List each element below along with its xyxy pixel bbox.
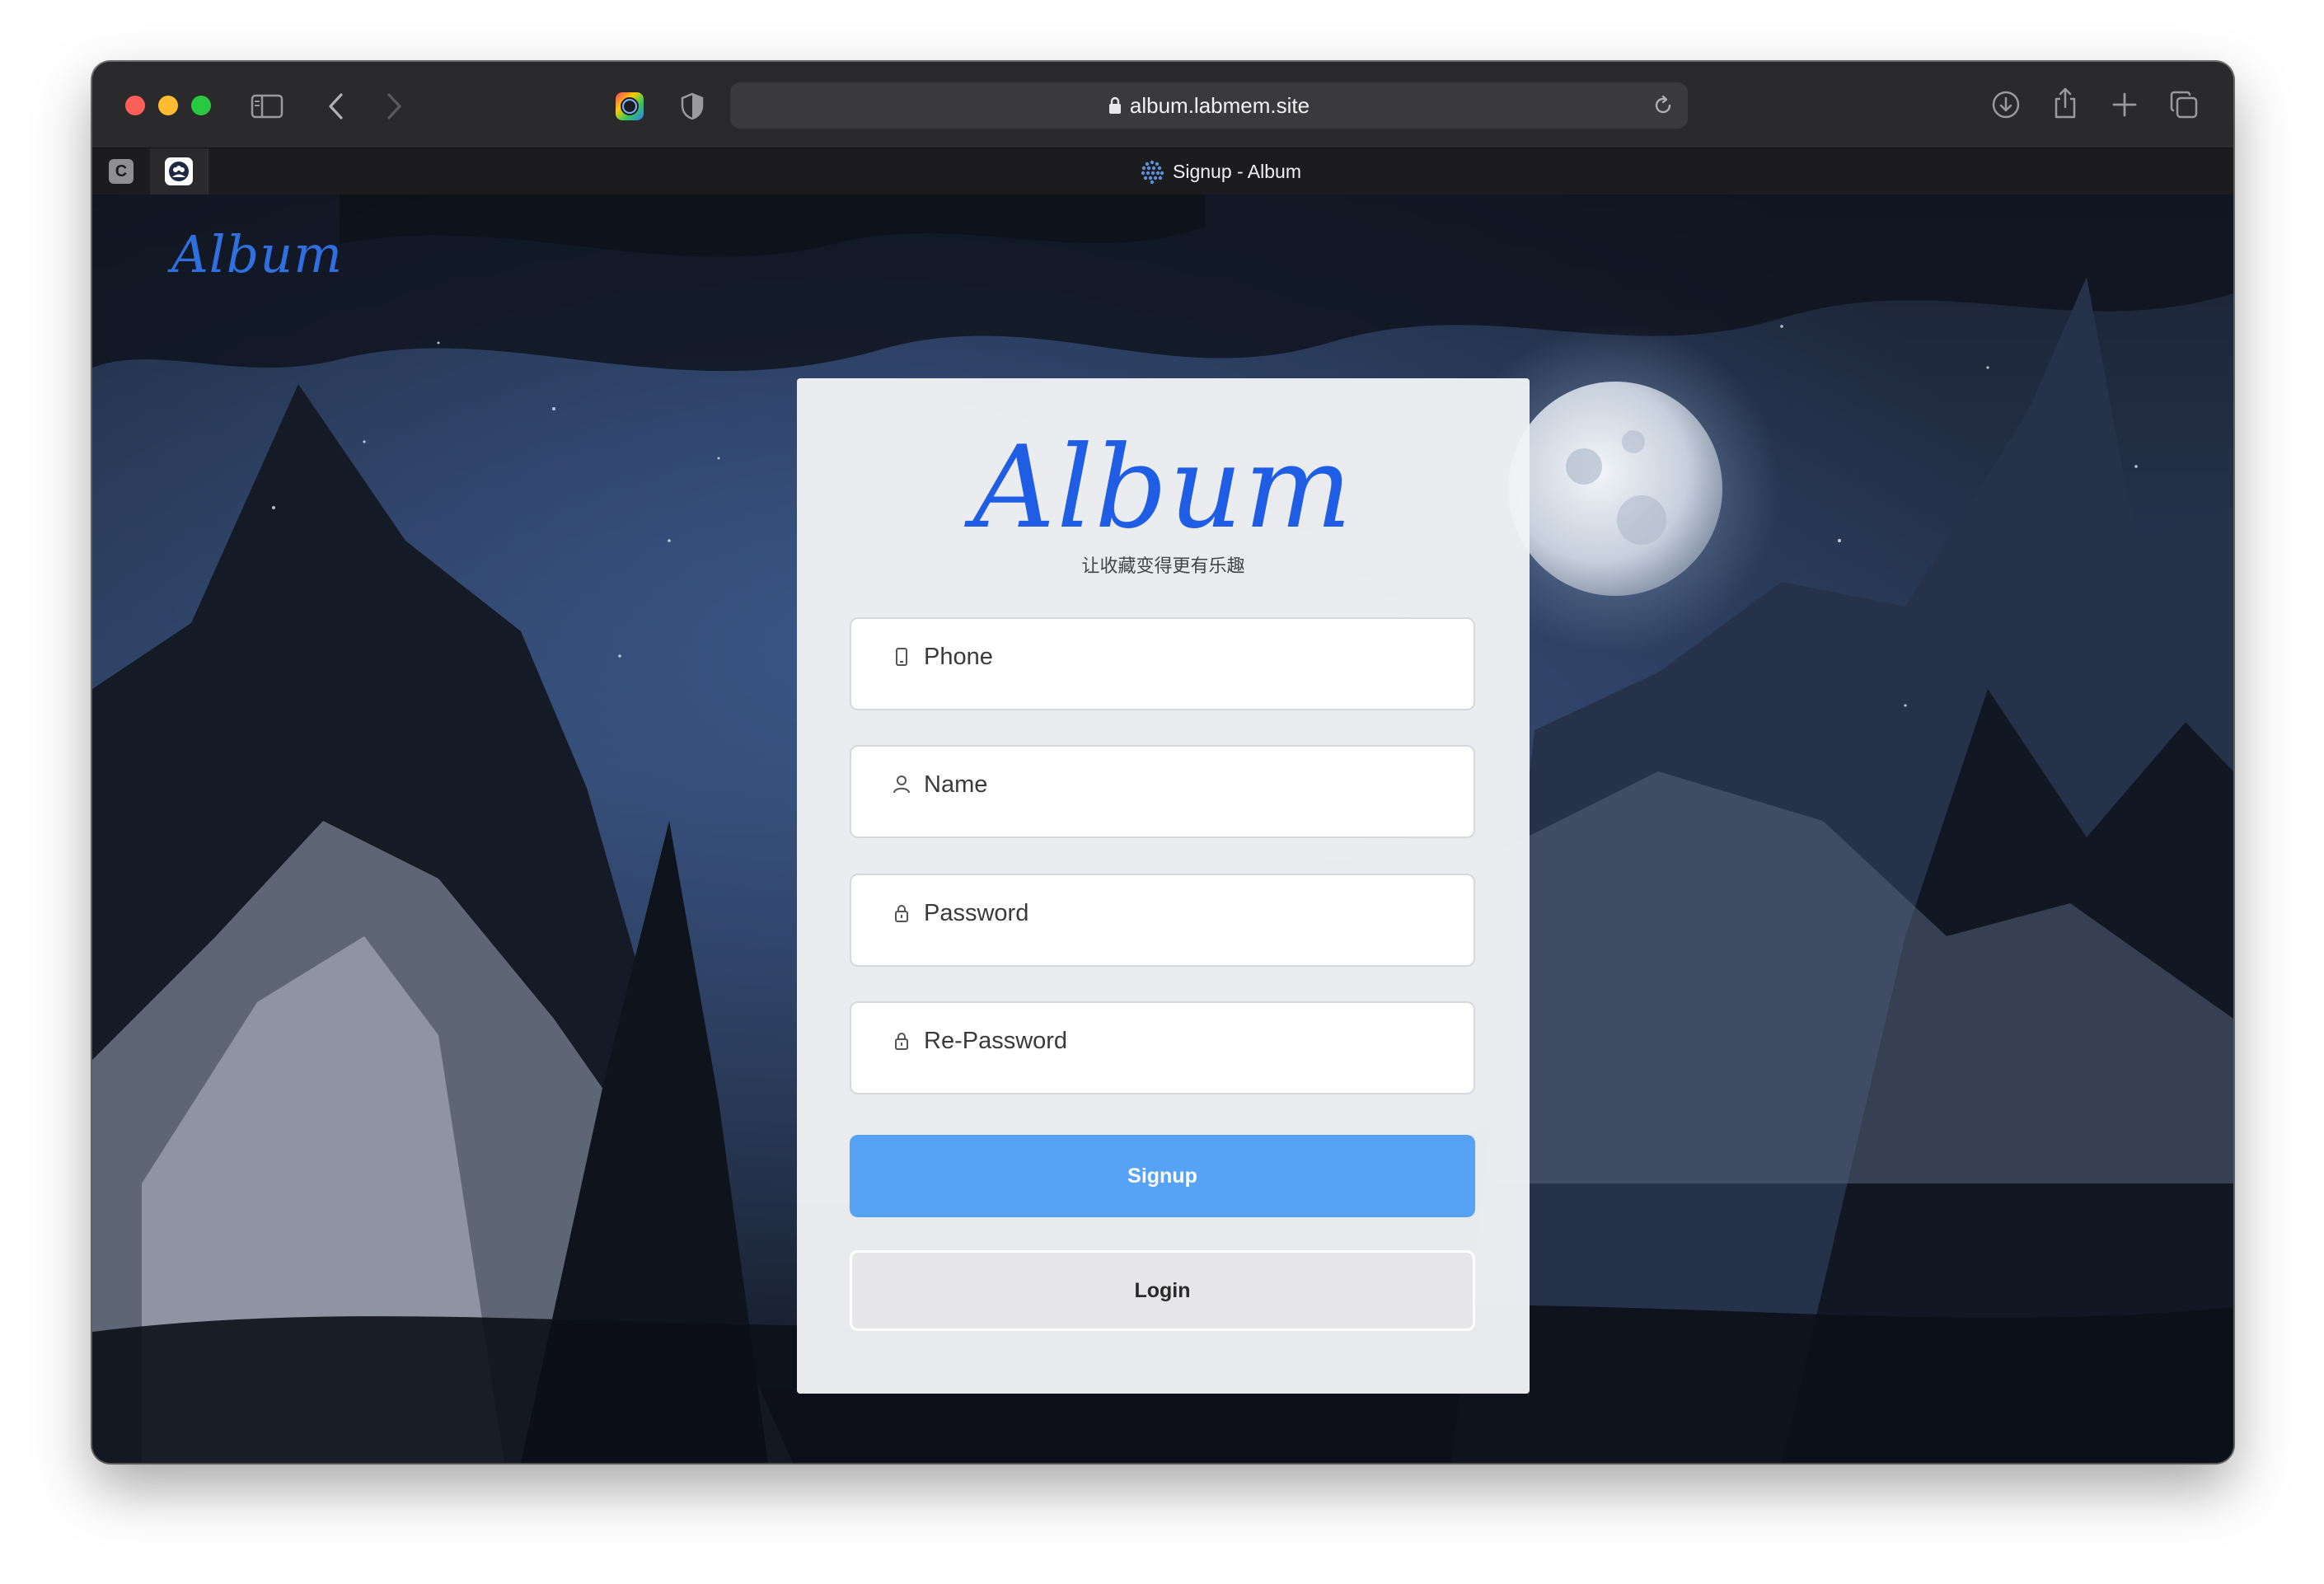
slogan: 让收藏变得更有乐趣	[1081, 556, 1245, 577]
back-chevron-icon[interactable]	[320, 90, 353, 123]
header-logo[interactable]: Album	[171, 224, 343, 284]
user-icon	[893, 773, 911, 796]
url-text: album.labmem.site	[1129, 92, 1310, 118]
tab-title: Signup - Album	[1173, 160, 1301, 182]
close-window-button[interactable]	[125, 96, 145, 115]
page-viewport: Album Album 让收藏变得更有乐趣 Phone Name Signup …	[92, 194, 2233, 1463]
forward-chevron-icon[interactable]	[377, 90, 410, 123]
mobile-phone-icon	[893, 645, 911, 668]
repassword-input[interactable]	[924, 1024, 1451, 1057]
privacy-shield-icon[interactable]	[676, 90, 709, 123]
pinned-tab-c-favicon: C	[109, 159, 134, 184]
minimize-window-button[interactable]	[158, 96, 178, 115]
sidebar-toggle-icon[interactable]	[251, 93, 283, 120]
lock-icon	[1108, 96, 1122, 115]
name-input[interactable]	[924, 768, 1451, 801]
pinned-tab-c[interactable]: C	[92, 148, 151, 194]
lock-icon	[893, 1029, 911, 1052]
tab-signup-album[interactable]: Signup - Album	[208, 148, 2233, 194]
signup-card: Album 让收藏变得更有乐趣 Phone Name Signup Login	[797, 378, 1530, 1394]
album-favicon-icon	[1140, 159, 1164, 184]
name-field[interactable]	[850, 745, 1475, 838]
password-field[interactable]	[850, 874, 1475, 967]
signup-button[interactable]: Signup	[850, 1135, 1475, 1217]
password-input[interactable]	[924, 897, 1451, 930]
address-bar[interactable]: album.labmem.site	[730, 82, 1688, 129]
group-favicon-icon	[165, 157, 193, 185]
tab-overview-icon[interactable]	[2167, 88, 2200, 121]
lock-icon	[893, 902, 911, 925]
color-picker-extension-icon[interactable]	[613, 90, 646, 123]
browser-toolbar: album.labmem.site	[92, 62, 2233, 148]
pinned-tab-group[interactable]	[150, 148, 209, 194]
login-button[interactable]: Login	[850, 1250, 1475, 1331]
download-icon[interactable]	[1989, 88, 2022, 121]
repassword-field[interactable]	[850, 1001, 1475, 1094]
phone-input[interactable]	[924, 640, 1451, 673]
zoom-window-button[interactable]	[191, 96, 211, 115]
card-logo: Album	[972, 421, 1354, 554]
browser-window: album.labmem.site C Signup - Album Album…	[92, 62, 2233, 1463]
share-icon[interactable]	[2049, 85, 2082, 121]
new-tab-plus-icon[interactable]	[2108, 88, 2141, 121]
reload-icon[interactable]	[1648, 91, 1678, 120]
phone-field[interactable]	[850, 617, 1475, 710]
tab-bar: C Signup - Album	[92, 148, 2233, 194]
